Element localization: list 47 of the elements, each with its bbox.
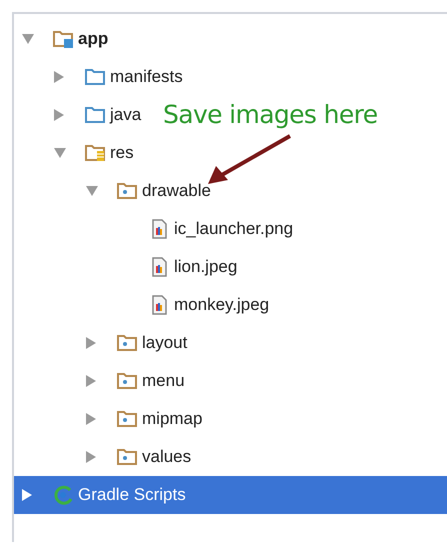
- expand-arrow-icon[interactable]: [86, 375, 96, 387]
- expand-arrow-icon[interactable]: [54, 109, 64, 121]
- module-folder-icon: [52, 28, 74, 50]
- tree-item-label: values: [142, 446, 192, 468]
- expand-arrow-icon[interactable]: [54, 71, 64, 83]
- folder-icon: [116, 180, 138, 202]
- folder-icon: [116, 446, 138, 468]
- tree-item-label: java: [110, 104, 142, 126]
- expand-arrow-icon[interactable]: [22, 489, 32, 501]
- tree-item[interactable]: res: [14, 134, 138, 172]
- tree-item[interactable]: Gradle Scripts: [14, 476, 447, 514]
- collapse-arrow-icon[interactable]: [54, 148, 66, 158]
- tree-item-label: lion.jpeg: [174, 256, 238, 278]
- expand-arrow-icon[interactable]: [86, 451, 96, 463]
- tree-item-label: app: [78, 28, 108, 50]
- tree-item-label: manifests: [110, 66, 183, 88]
- tree-item[interactable]: lion.jpeg: [14, 248, 242, 286]
- collapse-arrow-icon[interactable]: [86, 186, 98, 196]
- tree-item[interactable]: mipmap: [14, 400, 206, 438]
- tree-item-label: monkey.jpeg: [174, 294, 270, 316]
- tree-item[interactable]: drawable: [14, 172, 215, 210]
- folder-icon: [116, 370, 138, 392]
- expand-arrow-icon[interactable]: [86, 337, 96, 349]
- tree-item[interactable]: layout: [14, 324, 192, 362]
- tree-item[interactable]: monkey.jpeg: [14, 286, 274, 324]
- tree-item-label: mipmap: [142, 408, 202, 430]
- expand-arrow-icon[interactable]: [86, 413, 96, 425]
- folder-icon: [84, 66, 106, 88]
- annotation-text: Save images here: [163, 100, 378, 130]
- tree-item[interactable]: app: [14, 20, 112, 58]
- resource-folder-icon: [84, 142, 106, 164]
- gradle-icon: [52, 484, 74, 506]
- tree-item-label: ic_launcher.png: [174, 218, 294, 240]
- tree-item-label: Gradle Scripts: [78, 484, 186, 506]
- tree-item[interactable]: values: [14, 438, 196, 476]
- tree-item-label: res: [110, 142, 134, 164]
- collapse-arrow-icon[interactable]: [22, 34, 34, 44]
- folder-icon: [116, 332, 138, 354]
- tree-item[interactable]: manifests: [14, 58, 187, 96]
- tree-item[interactable]: ic_launcher.png: [14, 210, 298, 248]
- tree-item-label: menu: [142, 370, 185, 392]
- tree-item-label: drawable: [142, 180, 211, 202]
- tree-item-label: layout: [142, 332, 188, 354]
- tree-item[interactable]: java: [14, 96, 146, 134]
- folder-icon: [84, 104, 106, 126]
- tree-item[interactable]: menu: [14, 362, 189, 400]
- folder-icon: [116, 408, 138, 430]
